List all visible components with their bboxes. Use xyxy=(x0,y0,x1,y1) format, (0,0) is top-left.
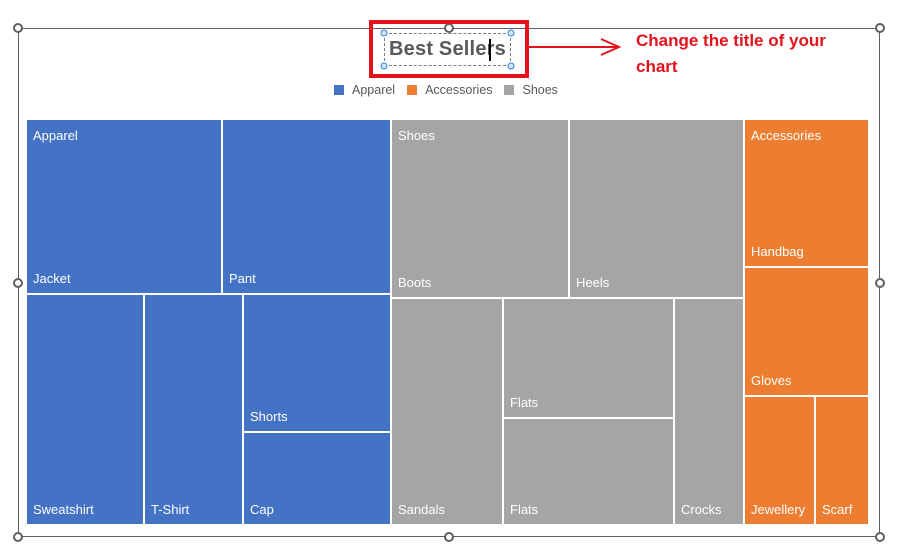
treemap-data-label: Cap xyxy=(250,502,274,517)
treemap-tile-handbag[interactable]: Accessories Handbag xyxy=(745,120,868,266)
resize-handle-right[interactable] xyxy=(875,278,885,288)
resize-handle-bottom[interactable] xyxy=(444,532,454,542)
treemap-data-label: Sweatshirt xyxy=(33,502,94,517)
treemap-data-label: Flats xyxy=(510,502,539,517)
legend-label: Apparel xyxy=(352,83,396,97)
resize-handle-left[interactable] xyxy=(13,278,23,288)
annotation-arrow-icon xyxy=(529,38,622,56)
treemap-data-label: Gloves xyxy=(751,373,792,388)
annotation-highlight-box xyxy=(369,20,529,78)
treemap-tile-gloves[interactable]: Gloves xyxy=(745,268,868,395)
treemap-data-label: Pant xyxy=(229,271,256,286)
treemap-data-label: T-Shirt xyxy=(151,502,190,517)
treemap-tile-boots[interactable]: Shoes Boots xyxy=(392,120,568,297)
legend-swatch xyxy=(504,85,515,95)
annotation-text: Change the title of your chart xyxy=(636,31,826,76)
legend-label: Accessories xyxy=(425,83,493,97)
chart-legend[interactable]: Apparel Accessories Shoes xyxy=(334,83,558,97)
treemap-tile-heels[interactable]: Heels xyxy=(570,120,743,297)
treemap-group-label: Shoes xyxy=(398,128,435,143)
treemap-tile-sandals[interactable]: Sandals xyxy=(392,299,502,524)
legend-item-shoes[interactable]: Shoes xyxy=(504,83,558,97)
treemap-data-label: Jewellery xyxy=(751,502,806,517)
treemap-tile-cap[interactable]: Cap xyxy=(244,433,390,524)
treemap-tile-crocks[interactable]: Crocks xyxy=(675,299,743,524)
treemap-data-label: Shorts xyxy=(250,409,288,424)
treemap-data-label: Jacket xyxy=(33,271,71,286)
resize-handle-top-left[interactable] xyxy=(13,23,23,33)
treemap-data-label: Crocks xyxy=(681,502,722,517)
treemap-data-label: Heels xyxy=(576,275,610,290)
legend-item-accessories[interactable]: Accessories xyxy=(407,83,492,97)
treemap-tile-jacket[interactable]: Apparel Jacket xyxy=(27,120,221,293)
treemap-tile-sweatshirt[interactable]: Sweatshirt xyxy=(27,295,143,524)
treemap-data-label: Sandals xyxy=(398,502,445,517)
treemap-data-label: Flats xyxy=(510,395,539,410)
legend-item-apparel[interactable]: Apparel xyxy=(334,83,395,97)
legend-swatch xyxy=(334,85,344,95)
treemap-tile-flats[interactable]: Flats xyxy=(504,419,673,524)
treemap-group-label: Accessories xyxy=(751,128,822,143)
treemap-data-label: Handbag xyxy=(751,244,804,259)
legend-swatch xyxy=(407,85,418,95)
treemap-tile-shorts[interactable]: Shorts xyxy=(244,295,390,431)
treemap-data-label: Scarf xyxy=(822,502,853,517)
treemap-data-label: Boots xyxy=(398,275,432,290)
treemap-group-label: Apparel xyxy=(33,128,78,143)
legend-label: Shoes xyxy=(522,83,558,97)
resize-handle-bottom-left[interactable] xyxy=(13,532,23,542)
treemap-tile-scarf[interactable]: Scarf xyxy=(816,397,868,524)
treemap-tile-pant[interactable]: Pant xyxy=(223,120,390,293)
resize-handle-top-right[interactable] xyxy=(875,23,885,33)
resize-handle-bottom-right[interactable] xyxy=(875,532,885,542)
treemap-tile-jewellery[interactable]: Jewellery xyxy=(745,397,814,524)
treemap-tile-flats[interactable]: Flats xyxy=(504,299,673,417)
treemap-tile-t-shirt[interactable]: T-Shirt xyxy=(145,295,242,524)
